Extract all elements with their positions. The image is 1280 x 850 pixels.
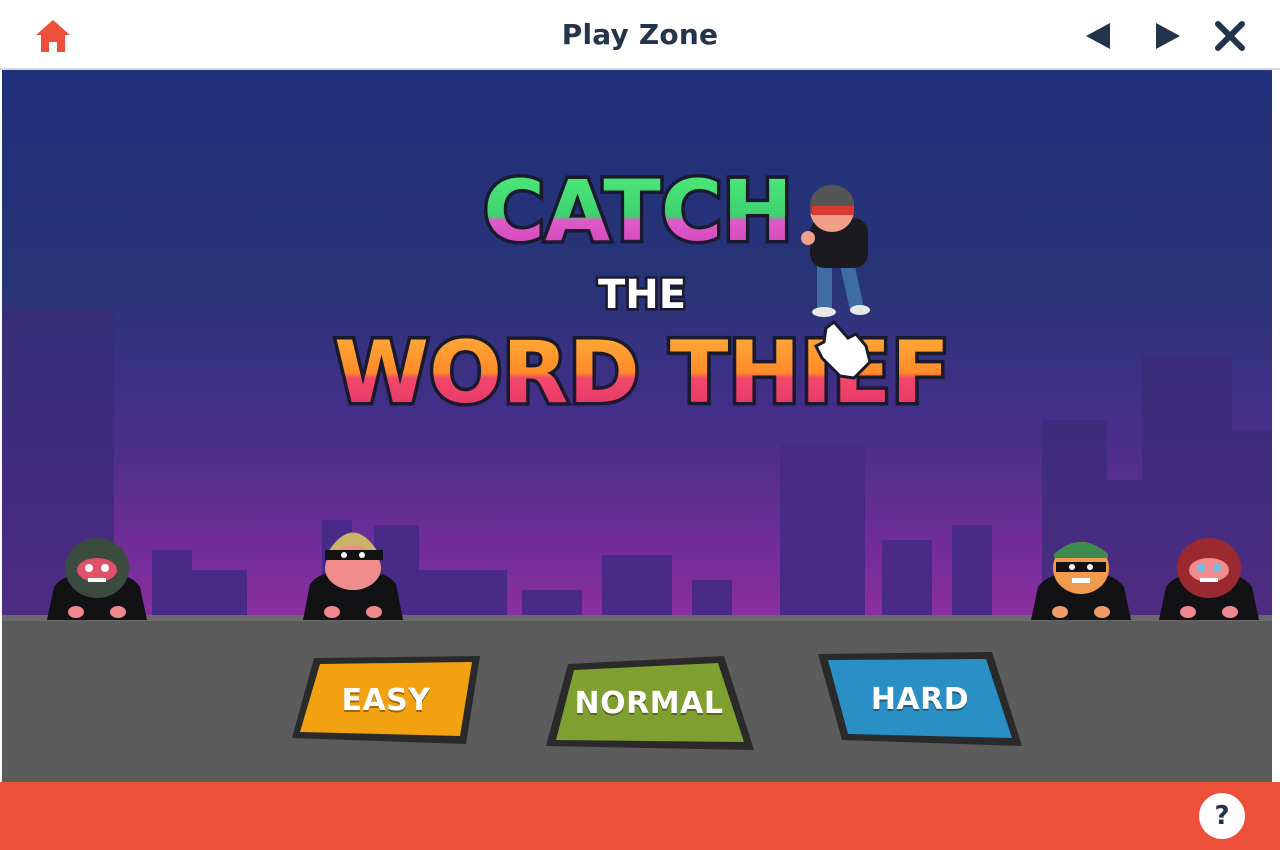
normal-button[interactable]: NORMAL: [542, 654, 756, 752]
thief-character-1: [47, 538, 147, 620]
game-stage: CATCH THE WORD THIEF EASY NORMAL HARD: [2, 70, 1272, 782]
previous-button[interactable]: [1082, 20, 1114, 52]
hard-label: HARD: [870, 681, 970, 717]
next-button[interactable]: [1152, 20, 1184, 52]
thief-character-2: [303, 532, 403, 620]
arrow-right-icon: [1156, 23, 1180, 49]
easy-label: EASY: [341, 682, 431, 718]
help-icon: ?: [1214, 801, 1230, 831]
normal-label: NORMAL: [574, 685, 724, 721]
help-button[interactable]: ?: [1199, 793, 1245, 839]
thief-character-3: [1031, 542, 1131, 620]
close-button[interactable]: [1214, 20, 1246, 52]
top-bar: Play Zone: [0, 0, 1280, 70]
easy-button[interactable]: EASY: [288, 654, 484, 746]
bottom-bar: [0, 782, 1280, 850]
close-icon: [1215, 21, 1245, 51]
arrow-left-icon: [1086, 23, 1110, 49]
thief-character-4: [1159, 538, 1259, 620]
window-edge: [1272, 70, 1280, 782]
hard-button[interactable]: HARD: [816, 650, 1024, 748]
